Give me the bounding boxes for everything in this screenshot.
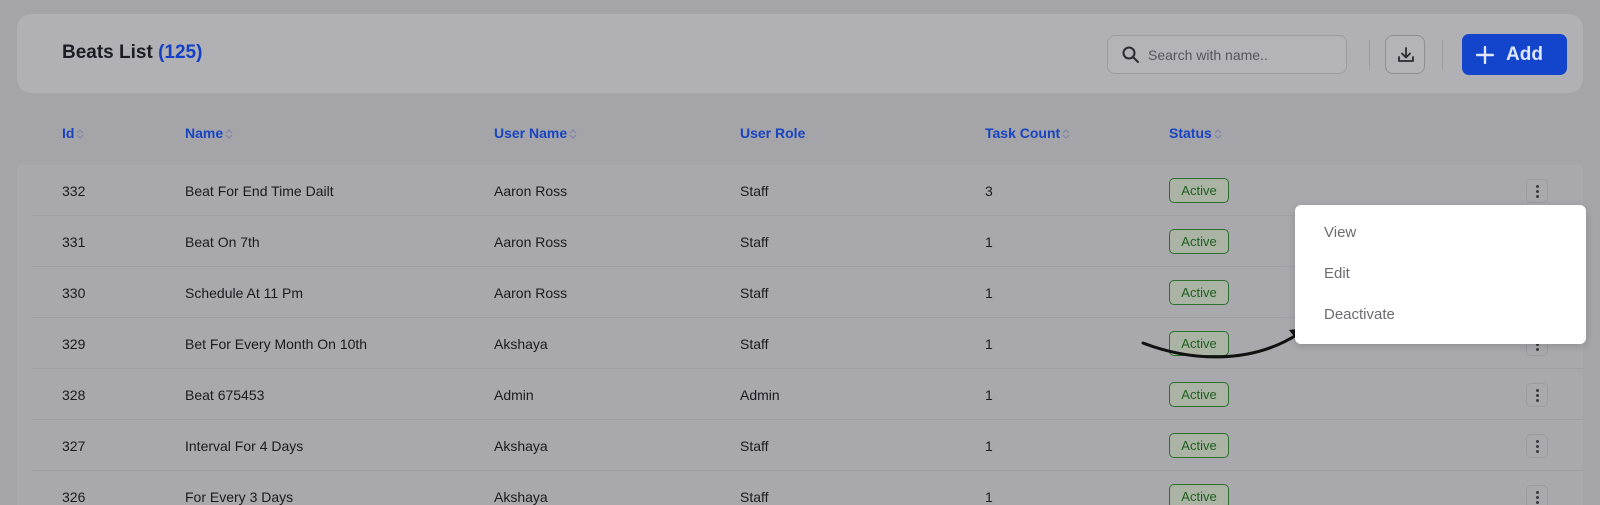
row-actions-menu-icon[interactable] [1526, 383, 1548, 407]
page-title: Beats List (125) [62, 42, 202, 64]
row-actions-menu-icon[interactable] [1526, 485, 1548, 505]
sort-icon[interactable] [1214, 128, 1222, 140]
column-header-name[interactable]: Name [185, 125, 233, 141]
cell-task-count: 1 [985, 285, 993, 301]
cell-user-role: Staff [740, 183, 769, 199]
table-header: Id Name User Name User Role Task Count S… [17, 100, 1583, 165]
page-title-text: Beats List [62, 42, 153, 63]
cell-id: 332 [62, 183, 86, 199]
cell-name: Bet For Every Month On 10th [185, 336, 368, 352]
menu-item-deactivate[interactable]: Deactivate [1324, 306, 1395, 323]
cell-user-name: Akshaya [494, 438, 548, 454]
cell-id: 327 [62, 438, 86, 454]
column-header-task-count[interactable]: Task Count [985, 125, 1070, 141]
page-header: Beats List (125) Add [17, 14, 1583, 93]
table-row[interactable]: 326 For Every 3 Days Akshaya Staff 1 Act… [32, 471, 1583, 505]
cell-user-name: Aaron Ross [494, 183, 568, 199]
column-header-user-name[interactable]: User Name [494, 125, 577, 141]
sort-icon[interactable] [225, 128, 233, 140]
cell-user-name: Aaron Ross [494, 234, 568, 250]
cell-name: Schedule At 11 Pm [185, 285, 304, 301]
menu-item-edit[interactable]: Edit [1324, 265, 1350, 282]
search-input[interactable] [1148, 44, 1338, 66]
cell-user-name: Akshaya [494, 489, 548, 505]
column-header-user-role: User Role [740, 125, 806, 141]
cell-user-name: Akshaya [494, 336, 548, 352]
sort-icon[interactable] [76, 128, 84, 140]
status-badge: Active [1169, 433, 1229, 458]
plus-icon [1476, 46, 1494, 64]
cell-user-role: Admin [740, 387, 780, 403]
cell-name: Beat On 7th [185, 234, 260, 250]
cell-name: For Every 3 Days [185, 489, 294, 505]
table-row[interactable]: 328 Beat 675453 Admin Admin 1 Active [32, 369, 1583, 420]
cell-user-role: Staff [740, 489, 769, 505]
download-icon [1398, 47, 1414, 62]
cell-user-name: Aaron Ross [494, 285, 568, 301]
cell-name: Beat 675453 [185, 387, 265, 403]
cell-id: 329 [62, 336, 86, 352]
download-button[interactable] [1385, 35, 1425, 74]
divider [1442, 40, 1443, 70]
column-header-status[interactable]: Status [1169, 125, 1222, 141]
beats-count: (125) [158, 42, 203, 63]
status-badge: Active [1169, 178, 1229, 203]
cell-task-count: 1 [985, 438, 993, 454]
cell-task-count: 1 [985, 387, 993, 403]
status-badge: Active [1169, 280, 1229, 305]
add-button[interactable]: Add [1462, 34, 1567, 75]
table-row[interactable]: 327 Interval For 4 Days Akshaya Staff 1 … [32, 420, 1583, 471]
annotation-arrow-icon [1141, 328, 1306, 359]
cell-name: Beat For End Time Dailt [185, 183, 334, 199]
row-actions-menu-icon[interactable] [1526, 179, 1548, 203]
search-box[interactable] [1107, 35, 1347, 74]
column-header-id[interactable]: Id [62, 125, 84, 141]
sort-icon[interactable] [569, 128, 577, 140]
sort-icon[interactable] [1062, 128, 1070, 140]
status-badge: Active [1169, 484, 1229, 505]
cell-user-role: Staff [740, 438, 769, 454]
row-actions-dropdown: View Edit Deactivate [1295, 205, 1586, 344]
divider [1369, 40, 1370, 70]
menu-item-view[interactable]: View [1324, 224, 1356, 241]
cell-user-name: Admin [494, 387, 534, 403]
cell-task-count: 1 [985, 336, 993, 352]
cell-task-count: 1 [985, 489, 993, 505]
cell-id: 330 [62, 285, 86, 301]
search-icon [1122, 46, 1139, 63]
cell-user-role: Staff [740, 285, 769, 301]
cell-user-role: Staff [740, 336, 769, 352]
add-button-label: Add [1506, 44, 1543, 65]
status-badge: Active [1169, 382, 1229, 407]
cell-name: Interval For 4 Days [185, 438, 304, 454]
status-badge: Active [1169, 229, 1229, 254]
cell-task-count: 3 [985, 183, 993, 199]
cell-user-role: Staff [740, 234, 769, 250]
cell-id: 331 [62, 234, 86, 250]
cell-id: 326 [62, 489, 86, 505]
row-actions-menu-icon[interactable] [1526, 434, 1548, 458]
cell-task-count: 1 [985, 234, 993, 250]
cell-id: 328 [62, 387, 86, 403]
